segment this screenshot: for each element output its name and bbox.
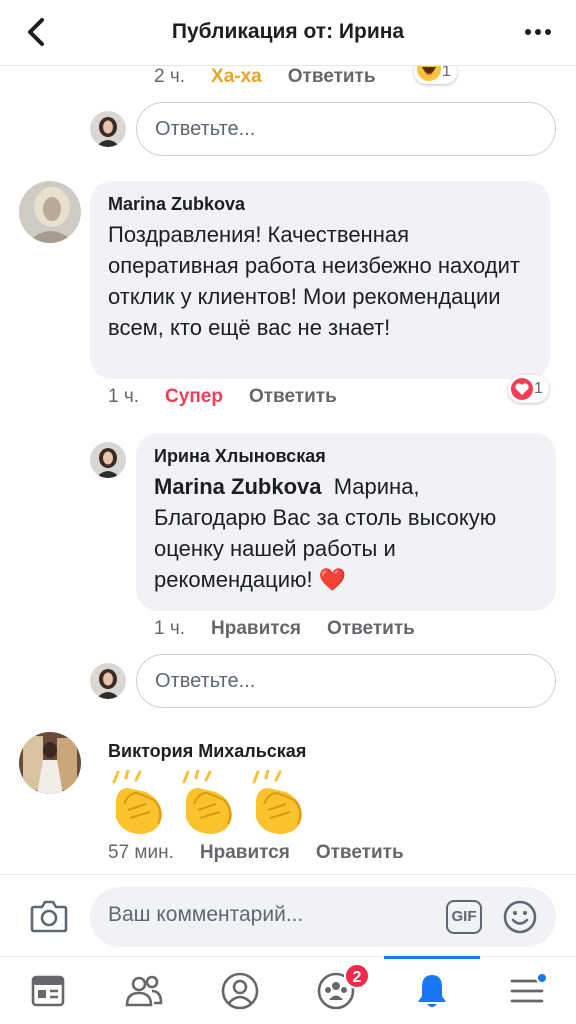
- smiley-icon[interactable]: [502, 899, 538, 935]
- avatar[interactable]: [90, 663, 126, 699]
- heart-emoji: ❤️: [318, 567, 347, 592]
- profile-icon: [221, 972, 259, 1010]
- comment-placeholder: Ваш комментарий...: [108, 903, 304, 926]
- comment-emojis: [106, 770, 308, 836]
- reaction-badge[interactable]: 1: [508, 375, 549, 403]
- prev-comment-meta: 2 ч. Ха-ха Ответить: [154, 66, 402, 88]
- mention-link[interactable]: Marina Zubkova: [154, 474, 321, 499]
- comment-time: 1 ч.: [108, 386, 140, 407]
- like-link[interactable]: Нравится: [211, 618, 301, 640]
- comment-author[interactable]: Marina Zubkova: [108, 193, 532, 215]
- comment-time: 2 ч.: [154, 66, 186, 87]
- notification-badge: 2: [344, 963, 370, 989]
- avatar[interactable]: [19, 732, 81, 794]
- avatar[interactable]: [19, 181, 81, 243]
- bottom-tab-bar: 2: [0, 956, 576, 1024]
- comment-composer: Ваш комментарий... GIF: [0, 874, 576, 956]
- comment-meta: 57 мин. Нравится Ответить: [108, 842, 430, 864]
- top-bar: Публикация от: Ирина: [0, 0, 576, 66]
- menu-icon: [510, 973, 548, 1003]
- tab-news-feed[interactable]: [0, 957, 96, 1024]
- tab-friends[interactable]: [96, 957, 192, 1024]
- camera-icon[interactable]: [30, 899, 68, 933]
- tab-menu[interactable]: [480, 957, 576, 1024]
- tab-groups[interactable]: 2: [288, 957, 384, 1024]
- clapping-hands-icon: [112, 770, 162, 834]
- reply-bubble: Ирина Хлыновская Marina Zubkova Марина, …: [136, 433, 556, 611]
- comment-time: 1 ч.: [154, 618, 186, 639]
- bell-icon: [418, 975, 446, 1007]
- reply-meta: 1 ч. Нравится Ответить: [154, 618, 441, 640]
- comment-bubble: Marina Zubkova Поздравления! Качественна…: [90, 181, 550, 379]
- comment-input[interactable]: Ваш комментарий... GIF: [90, 887, 556, 947]
- reply-input[interactable]: Ответьте...: [136, 102, 556, 156]
- comment-text: Поздравления! Качественная оперативная р…: [108, 222, 520, 340]
- reaction-count: 1: [534, 380, 543, 397]
- reply-link[interactable]: Ответить: [327, 618, 415, 640]
- avatar[interactable]: [90, 111, 126, 147]
- love-reaction-icon: [511, 378, 533, 400]
- comment-author[interactable]: Ирина Хлыновская: [154, 445, 538, 467]
- gif-button[interactable]: GIF: [446, 900, 482, 934]
- comment-text: Marina Zubkova Марина, Благодарю Вас за …: [154, 471, 538, 595]
- clapping-hands-icon: [252, 770, 302, 834]
- reply-placeholder: Ответьте...: [155, 669, 256, 692]
- love-reaction-link[interactable]: Супер: [165, 386, 223, 408]
- reply-link[interactable]: Ответить: [316, 842, 404, 864]
- like-link[interactable]: Нравится: [200, 842, 290, 864]
- comment-meta: 1 ч. Супер Ответить: [108, 386, 363, 408]
- friends-icon: [125, 975, 163, 1007]
- reply-input[interactable]: Ответьте...: [136, 654, 556, 708]
- tab-profile[interactable]: [192, 957, 288, 1024]
- clapping-hands-icon: [182, 770, 232, 834]
- comment-time: 57 мин.: [108, 842, 174, 863]
- ellipsis-icon[interactable]: [522, 22, 554, 42]
- news-feed-icon: [31, 975, 65, 1007]
- reply-link[interactable]: Ответить: [288, 66, 376, 88]
- haha-reaction-link[interactable]: Ха-ха: [211, 66, 262, 88]
- tab-notifications[interactable]: [384, 956, 480, 1024]
- comment-author[interactable]: Виктория Михальская: [108, 740, 306, 762]
- reply-placeholder: Ответьте...: [155, 117, 256, 140]
- avatar[interactable]: [90, 442, 126, 478]
- page-title: Публикация от: Ирина: [171, 20, 405, 43]
- reply-link[interactable]: Ответить: [249, 386, 337, 408]
